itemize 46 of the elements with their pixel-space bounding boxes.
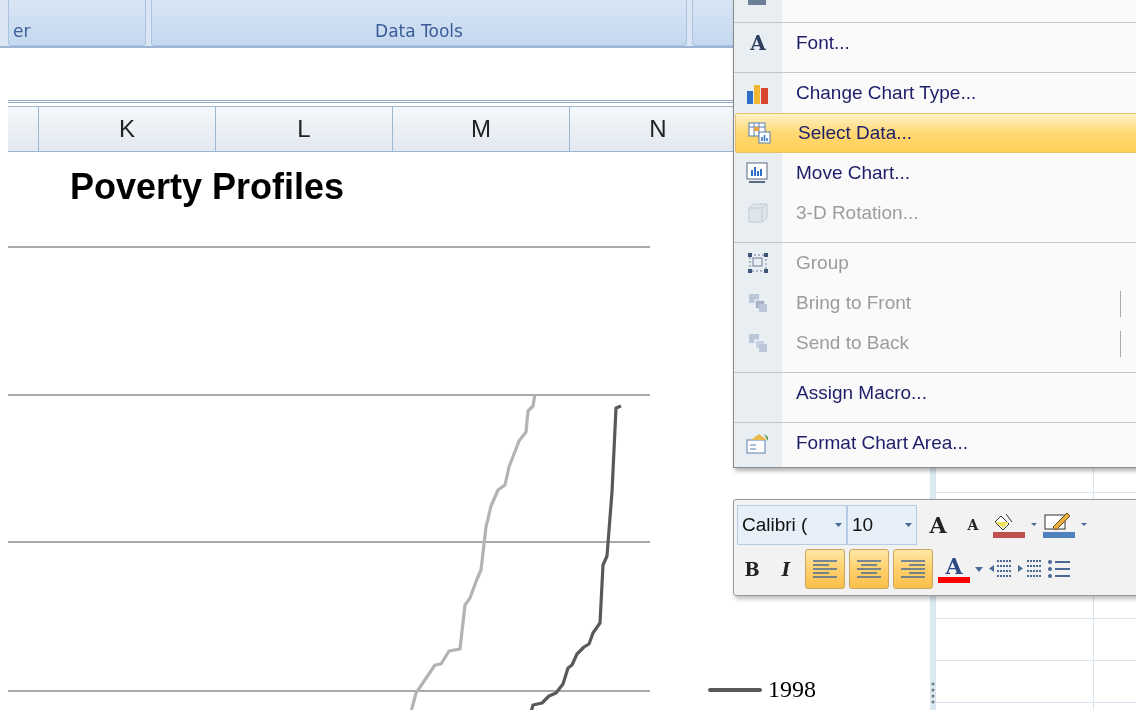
ribbon-group-label: Data Tools [375,21,463,41]
align-lines-icon [812,559,838,579]
shrink-font-button[interactable]: A [959,505,987,545]
resize-handle-icon[interactable] [931,682,935,706]
grow-font-button[interactable]: A [923,505,953,545]
increase-indent-icon[interactable] [1017,558,1043,580]
font-color-button[interactable]: A [937,549,971,589]
group-icon [747,252,769,274]
dropdown-arrow-icon[interactable] [835,523,842,527]
layers-icon [747,332,769,354]
format-icon [746,432,770,454]
bold-button[interactable]: B [737,549,767,589]
chart-title: Poverty Profiles [70,166,345,208]
font-size-field[interactable]: 10 [847,505,917,545]
pencil-outline-icon[interactable] [1043,512,1087,538]
align-lines-icon [900,559,926,579]
dropdown-arrow-icon[interactable] [905,523,912,527]
menu-icon [748,0,766,5]
ribbon-group-label: er [13,21,31,41]
layers-icon [747,292,769,314]
menu-item[interactable]: Assign Macro... [734,372,1136,413]
column-header[interactable]: L [216,107,393,151]
align-right-button[interactable] [893,549,933,589]
decrease-indent-icon[interactable] [987,558,1013,580]
chart-window-icon [746,162,770,184]
menu-item[interactable]: Select Data... [735,113,1136,153]
bar-chart-icon [746,82,770,104]
column-header[interactable]: M [393,107,570,151]
italic-button[interactable]: I [771,549,801,589]
menu-item[interactable]: A Font... [734,22,1136,63]
dropdown-arrow-icon[interactable] [975,566,983,572]
align-center-button[interactable] [849,549,889,589]
font-icon: A [750,31,766,55]
menu-item[interactable]: Move Chart... [734,153,1136,193]
align-lines-icon [856,559,882,579]
legend-label: 1998 [768,676,816,703]
align-left-button[interactable] [805,549,845,589]
bullet-list-icon[interactable] [1047,558,1071,580]
submenu-divider [1120,331,1121,357]
column-header[interactable]: K [39,107,216,151]
table-chart-icon [748,122,772,144]
font-name-field[interactable]: Calibri ( [737,505,847,545]
menu-item[interactable]: Format Chart Area... [734,422,1136,463]
fill-bucket-icon[interactable] [993,512,1037,538]
submenu-divider [1120,291,1121,317]
cube-icon [747,202,769,224]
